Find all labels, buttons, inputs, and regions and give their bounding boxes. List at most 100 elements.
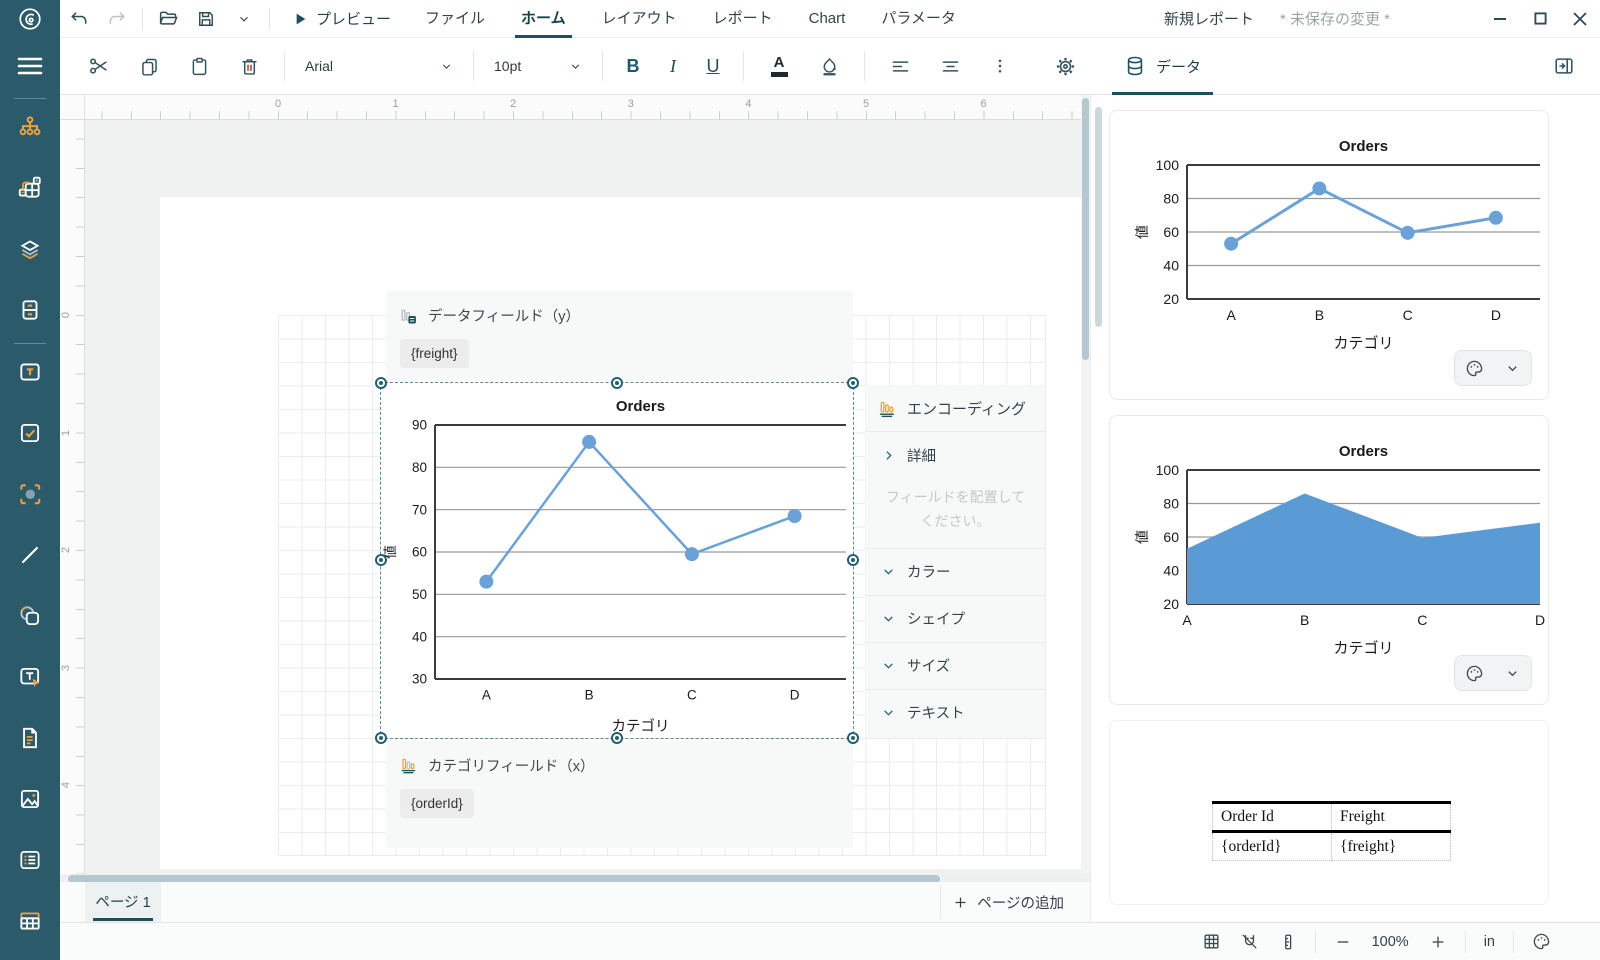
svg-text:D: D [790,688,800,703]
tab-file[interactable]: ファイル [407,0,503,38]
delete-button[interactable] [231,48,267,84]
theme-palette-button[interactable] [1524,927,1558,957]
undo-button[interactable] [60,0,98,38]
page-tab-label: ページ 1 [93,884,153,921]
category-field-x-label: カテゴリフィールド（x） [428,759,595,775]
shapes-icon [17,603,43,634]
table-preview-card[interactable]: Order Id Freight {orderId} {freight} [1109,720,1549,905]
resize-handle-nw[interactable] [375,377,387,389]
align-center-button[interactable] [932,48,968,84]
chevron-down-icon [884,569,893,575]
sidebar-item-table[interactable] [0,893,60,954]
unit-selector[interactable]: in [1476,934,1503,950]
sidebar-item-line[interactable] [0,527,60,588]
main-menu-button[interactable] [0,38,60,98]
resize-handle-e[interactable] [847,554,859,566]
open-button[interactable] [149,0,187,38]
close-button[interactable] [1560,0,1600,38]
save-button[interactable] [187,0,225,38]
font-color-button[interactable]: A [761,48,797,84]
tab-home[interactable]: ホーム [503,0,584,38]
svg-text:A: A [482,688,491,703]
textbox-icon [17,359,43,390]
bold-button[interactable]: B [613,56,653,77]
page-tab-1[interactable]: ページ 1 [85,882,161,922]
snap-disabled-icon [1242,934,1257,949]
sidebar-item-textbox[interactable] [0,344,60,405]
data-panel-tab[interactable]: データ [1104,38,1221,95]
svg-text:40: 40 [1163,562,1179,578]
fill-color-button[interactable] [811,48,847,84]
chevron-down-icon [240,16,248,22]
zoom-level[interactable]: 100% [1364,934,1417,950]
sidebar-item-subreport[interactable] [0,710,60,771]
style-palette-button[interactable] [1455,656,1493,690]
resize-handle-s[interactable] [611,732,623,744]
vscroll-thumb[interactable] [1082,98,1089,360]
chevron-down-icon [884,710,893,716]
tab-layout[interactable]: レイアウト [584,0,695,38]
settings-button[interactable] [1047,48,1083,84]
maximize-button[interactable] [1520,0,1560,38]
encoding-section-detail[interactable]: 詳細 [866,431,1045,478]
resize-handle-se[interactable] [847,732,859,744]
tab-parameters[interactable]: パラメータ [863,0,974,38]
more-options-button[interactable] [982,48,1018,84]
cut-button[interactable] [81,48,117,84]
expand-options-button[interactable] [1493,351,1531,385]
sidebar-item-data-container[interactable] [0,282,60,343]
underline-button[interactable]: U [693,56,733,77]
maximize-icon [1533,12,1547,25]
encoding-section-size[interactable]: サイズ [866,641,1045,689]
font-size-select[interactable]: 10pt [484,58,592,74]
toggle-ruler-button[interactable] [1271,927,1305,957]
horizontal-scrollbar[interactable] [60,874,1090,882]
sidebar-item-shapes[interactable] [0,588,60,649]
panel-scrollbar-thumb[interactable] [1095,107,1102,327]
field-chip-freight[interactable]: {freight} [400,339,469,368]
gear-icon [1056,57,1074,75]
resize-handle-n[interactable] [611,377,623,389]
save-options-button[interactable] [225,0,263,38]
sidebar-item-wizard[interactable] [0,160,60,221]
italic-button[interactable]: I [653,56,693,77]
design-canvas[interactable]: 0123456 01234 データフィールド（y） {freight} Orde… [60,95,1090,882]
vertical-scrollbar[interactable] [1081,95,1090,874]
font-family-select[interactable]: Arial [295,58,463,74]
tab-report[interactable]: レポート [695,0,791,38]
zoom-out-button[interactable] [1326,927,1360,957]
hscroll-thumb[interactable] [68,875,940,882]
add-page-button[interactable]: ページの追加 [940,886,1076,918]
resize-handle-w[interactable] [375,554,387,566]
resize-handle-ne[interactable] [847,377,859,389]
sidebar-item-checkbox[interactable] [0,405,60,466]
redo-button[interactable] [98,0,136,38]
encoding-section-shape[interactable]: シェイプ [866,594,1045,642]
toggle-snap-button[interactable] [1233,927,1267,957]
encoding-section-text[interactable]: テキスト [866,688,1045,736]
resize-handle-sw[interactable] [375,732,387,744]
collapse-panel-button[interactable] [1546,48,1582,84]
sidebar-item-report-explorer[interactable] [0,99,60,160]
sidebar-item-list[interactable] [0,832,60,893]
minimize-button[interactable] [1480,0,1520,38]
sidebar-item-chart[interactable] [0,466,60,527]
sidebar-item-image[interactable] [0,771,60,832]
sidebar-item-richtext[interactable] [0,649,60,710]
style-palette-button[interactable] [1455,351,1493,385]
preview-button[interactable]: プレビュー [276,8,407,29]
paste-button[interactable] [181,48,217,84]
scissors-icon [90,58,107,74]
sidebar-item-layers[interactable] [0,221,60,282]
chart-preview-card-area[interactable]: Orders 20 40 60 80 100 A B C D カテゴリ 値 [1109,415,1549,705]
field-chip-orderid[interactable]: {orderId} [400,789,474,818]
copy-button[interactable] [131,48,167,84]
expand-options-button[interactable] [1493,656,1531,690]
tab-chart[interactable]: Chart [791,0,864,38]
chart-preview-card-line[interactable]: Orders 20 40 60 80 100 A B C D カテゴリ 値 [1109,110,1549,400]
chart-element-selected[interactable]: Orders 30 40 50 60 70 80 90 A B C D カテゴリ値 [380,382,854,739]
zoom-in-button[interactable] [1421,927,1455,957]
encoding-section-color[interactable]: カラー [866,547,1045,595]
align-left-button[interactable] [882,48,918,84]
toggle-grid-button[interactable] [1195,927,1229,957]
